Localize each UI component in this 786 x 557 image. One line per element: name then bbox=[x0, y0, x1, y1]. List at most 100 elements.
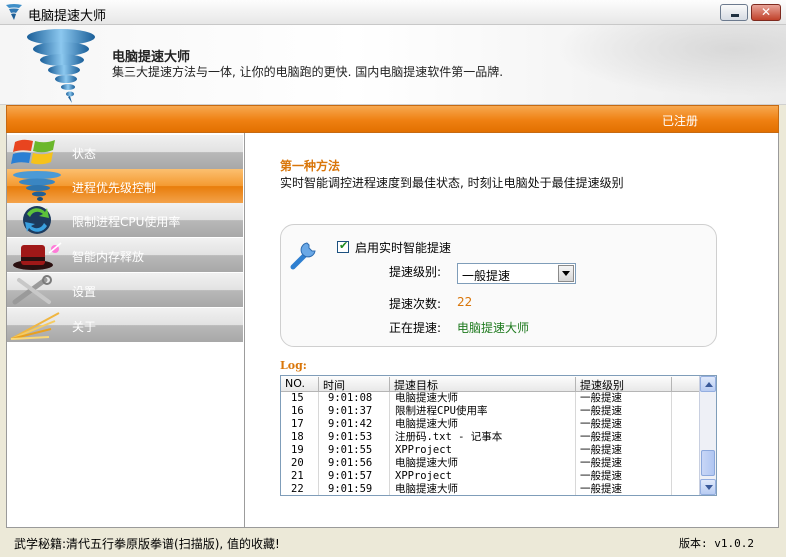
sidebar-item-label: 关于 bbox=[72, 320, 97, 334]
level-select[interactable]: 一般提速 bbox=[457, 263, 576, 284]
main-panel: 状态 进程优先级控制 限制进程CPU使用率 智能内存释放 设置 关于 第一种方法… bbox=[6, 133, 779, 528]
app-tagline: 集三大提速方法与一体, 让你的电脑跑的更快. 国内电脑提速软件第一品牌. bbox=[112, 65, 504, 79]
scroll-down-button[interactable] bbox=[700, 479, 716, 495]
row-time: 9:01:08 bbox=[328, 392, 373, 404]
row-target: XPProject bbox=[395, 444, 452, 456]
minimize-icon bbox=[731, 14, 739, 17]
row-target: 电脑提速大师 bbox=[395, 418, 458, 430]
log-rows: 15 9:01:08 电脑提速大师 一般提速 16 9:01:37 限制进程CPU使用率 一般… bbox=[281, 392, 700, 495]
method-title: 第一种方法 bbox=[280, 159, 341, 173]
row-time: 9:01:42 bbox=[328, 418, 373, 430]
row-no: 22 bbox=[291, 483, 304, 495]
settings-box: ✔ 启用实时智能提速 提速级别: 一般提速 提速次数: 22 正在提速: 电脑提… bbox=[280, 224, 717, 347]
close-icon: ✕ bbox=[760, 5, 772, 19]
status-message: 武学秘籍:清代五行拳原版拳谱(扫描版), 值的收藏! bbox=[14, 537, 280, 551]
window-title: 电脑提速大师 bbox=[28, 9, 107, 24]
level-select-value: 一般提速 bbox=[462, 269, 511, 283]
light-rays-icon bbox=[10, 312, 60, 340]
sidebar-item-cpu-limit[interactable]: 限制进程CPU使用率 bbox=[7, 203, 243, 237]
chevron-down-icon bbox=[705, 485, 713, 490]
log-title: Log: bbox=[280, 359, 307, 372]
header-banner: 电脑提速大师 集三大提速方法与一体, 让你的电脑跑的更快. 国内电脑提速软件第一… bbox=[0, 25, 786, 105]
title-bar: 电脑提速大师 ✕ bbox=[0, 0, 786, 25]
log-list[interactable]: NO. 时间 提速目标 提速级别 15 9:01:08 电脑提速大师 一般提速 16 9:… bbox=[280, 375, 717, 496]
chevron-down-icon bbox=[562, 271, 570, 276]
row-target: XPProject bbox=[395, 470, 452, 482]
tornado-icon bbox=[6, 4, 22, 20]
scroll-thumb[interactable] bbox=[701, 450, 715, 476]
count-label: 提速次数: bbox=[389, 297, 442, 311]
row-time: 9:01:55 bbox=[328, 444, 373, 456]
sidebar-item-label: 状态 bbox=[72, 147, 97, 161]
row-target: 限制进程CPU使用率 bbox=[395, 405, 488, 417]
version-label: 版本: v1.0.2 bbox=[679, 537, 754, 550]
content-area: 第一种方法 实时智能调控进程速度到最佳状态, 时刻让电脑处于最佳提速级别 ✔ 启… bbox=[247, 133, 778, 527]
row-target: 电脑提速大师 bbox=[395, 457, 458, 469]
row-no: 19 bbox=[291, 444, 304, 456]
row-time: 9:01:53 bbox=[328, 431, 373, 443]
table-row[interactable]: 17 9:01:42 电脑提速大师 一般提速 bbox=[281, 418, 700, 431]
table-row[interactable]: 15 9:01:08 电脑提速大师 一般提速 bbox=[281, 392, 700, 405]
row-level: 一般提速 bbox=[580, 457, 622, 469]
count-value: 22 bbox=[457, 295, 473, 309]
row-target: 注册码.txt - 记事本 bbox=[395, 431, 503, 443]
banner-swirl-decoration bbox=[526, 25, 786, 104]
row-no: 21 bbox=[291, 470, 304, 482]
table-row[interactable]: 22 9:01:59 电脑提速大师 一般提速 bbox=[281, 483, 700, 495]
level-label: 提速级别: bbox=[389, 265, 442, 279]
row-time: 9:01:57 bbox=[328, 470, 373, 482]
row-level: 一般提速 bbox=[580, 431, 622, 443]
dropdown-button[interactable] bbox=[558, 265, 574, 282]
close-button[interactable]: ✕ bbox=[751, 4, 781, 21]
sidebar-item-settings[interactable]: 设置 bbox=[7, 273, 243, 307]
column-header-target[interactable]: 提速目标 bbox=[390, 377, 576, 392]
sidebar-item-label: 限制进程CPU使用率 bbox=[72, 215, 181, 229]
wrench-icon bbox=[290, 242, 316, 270]
row-target: 电脑提速大师 bbox=[395, 483, 458, 495]
column-header-level[interactable]: 提速级别 bbox=[576, 377, 672, 392]
sidebar-item-memory[interactable]: 智能内存释放 bbox=[7, 238, 243, 272]
table-row[interactable]: 21 9:01:57 XPProject 一般提速 bbox=[281, 470, 700, 483]
row-level: 一般提速 bbox=[580, 444, 622, 456]
row-no: 20 bbox=[291, 457, 304, 469]
row-level: 一般提速 bbox=[580, 405, 622, 417]
column-header-time[interactable]: 时间 bbox=[319, 377, 390, 392]
log-scrollbar[interactable] bbox=[699, 376, 716, 495]
column-header-no[interactable]: NO. bbox=[281, 377, 319, 392]
enable-realtime-checkbox[interactable]: ✔ bbox=[337, 239, 349, 253]
row-no: 15 bbox=[291, 392, 304, 404]
chevron-up-icon bbox=[705, 382, 713, 387]
row-target: 电脑提速大师 bbox=[395, 392, 458, 404]
row-level: 一般提速 bbox=[580, 392, 622, 404]
enable-realtime-label: 启用实时智能提速 bbox=[355, 241, 452, 255]
table-row[interactable]: 18 9:01:53 注册码.txt - 记事本 一般提速 bbox=[281, 431, 700, 444]
table-row[interactable]: 20 9:01:56 电脑提速大师 一般提速 bbox=[281, 457, 700, 470]
row-no: 17 bbox=[291, 418, 304, 430]
scroll-up-button[interactable] bbox=[700, 376, 716, 392]
current-value: 电脑提速大师 bbox=[457, 321, 530, 335]
current-label: 正在提速: bbox=[389, 321, 442, 335]
check-icon: ✔ bbox=[339, 239, 349, 252]
tools-icon bbox=[12, 275, 52, 305]
row-no: 16 bbox=[291, 405, 304, 417]
row-time: 9:01:56 bbox=[328, 457, 373, 469]
row-no: 18 bbox=[291, 431, 304, 443]
table-row[interactable]: 16 9:01:37 限制进程CPU使用率 一般提速 bbox=[281, 405, 700, 418]
arrows-cycle-icon bbox=[23, 206, 51, 234]
registration-bar: 已注册 bbox=[6, 105, 779, 133]
sidebar-item-label: 进程优先级控制 bbox=[72, 181, 157, 195]
sidebar-item-status[interactable]: 状态 bbox=[7, 135, 243, 169]
minimize-button[interactable] bbox=[720, 4, 748, 21]
sidebar-item-label: 设置 bbox=[72, 285, 97, 299]
row-level: 一般提速 bbox=[580, 470, 622, 482]
row-level: 一般提速 bbox=[580, 483, 622, 495]
sidebar-item-priority[interactable]: 进程优先级控制 bbox=[7, 169, 243, 203]
table-row[interactable]: 19 9:01:55 XPProject 一般提速 bbox=[281, 444, 700, 457]
status-bar: 武学秘籍:清代五行拳原版拳谱(扫描版), 值的收藏! 版本: v1.0.2 bbox=[0, 529, 786, 557]
row-time: 9:01:37 bbox=[328, 405, 373, 417]
row-time: 9:01:59 bbox=[328, 483, 373, 495]
sidebar-item-about[interactable]: 关于 bbox=[7, 308, 243, 342]
registered-status: 已注册 bbox=[661, 114, 698, 128]
method-description: 实时智能调控进程速度到最佳状态, 时刻让电脑处于最佳提速级别 bbox=[280, 176, 624, 190]
windows-logo-icon bbox=[11, 139, 55, 165]
